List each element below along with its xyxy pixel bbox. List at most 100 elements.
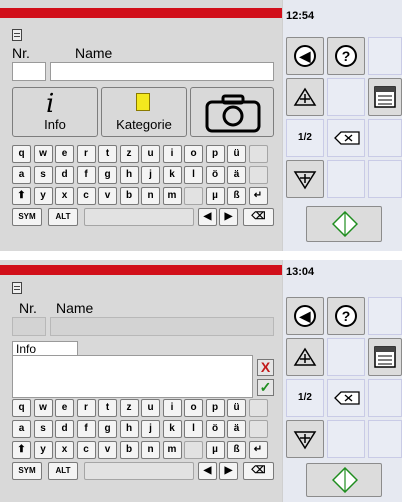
info-tab[interactable]: Info: [12, 341, 78, 356]
key-row3-6[interactable]: n: [141, 441, 160, 459]
left-arrow-key[interactable]: ◀: [198, 462, 217, 480]
key-row2-4[interactable]: g: [98, 166, 117, 184]
add-button[interactable]: [286, 338, 324, 376]
key-row2-9[interactable]: ö: [205, 166, 225, 184]
kategorie-button[interactable]: Kategorie: [101, 87, 187, 137]
alt-key[interactable]: ALT: [48, 208, 78, 226]
key-row1-0[interactable]: q: [12, 399, 31, 417]
key-row1-9[interactable]: p: [205, 399, 225, 417]
key-row1-10[interactable]: ü: [227, 145, 246, 163]
back-button[interactable]: ◀: [286, 37, 324, 75]
key-empty[interactable]: [184, 441, 203, 459]
remove-button[interactable]: [286, 420, 324, 458]
left-arrow-key[interactable]: ◀: [198, 208, 217, 226]
right-arrow-key[interactable]: ▶: [219, 208, 238, 226]
back-button[interactable]: ◀: [286, 297, 324, 335]
key-row1-4[interactable]: t: [98, 399, 117, 417]
key-row1-7[interactable]: i: [162, 145, 182, 163]
key-row2-8[interactable]: l: [184, 166, 203, 184]
page-indicator[interactable]: 1/2: [286, 119, 324, 157]
key-row2-2[interactable]: d: [55, 166, 74, 184]
camera-button[interactable]: [190, 87, 274, 137]
key-row2-0[interactable]: a: [12, 420, 31, 438]
key-row1-6[interactable]: u: [141, 399, 160, 417]
key-row1-7[interactable]: i: [162, 399, 182, 417]
space-key[interactable]: [84, 462, 194, 480]
key-row1-3[interactable]: r: [76, 145, 96, 163]
key-row2-2[interactable]: d: [55, 420, 74, 438]
space-key[interactable]: [84, 208, 194, 226]
key-row1-10[interactable]: ü: [227, 399, 246, 417]
key-row3-2[interactable]: x: [55, 441, 74, 459]
enter-key[interactable]: ↵: [248, 441, 268, 459]
key-row2-5[interactable]: h: [119, 420, 139, 438]
key-row2-3[interactable]: f: [76, 166, 96, 184]
key-row1-2[interactable]: e: [55, 399, 74, 417]
key-row3-7[interactable]: m: [162, 187, 182, 205]
key-row2-3[interactable]: f: [76, 420, 96, 438]
key-row3-4[interactable]: v: [98, 441, 117, 459]
key-empty[interactable]: [248, 166, 268, 184]
nr-input[interactable]: [12, 62, 46, 81]
key-row3-5[interactable]: b: [119, 441, 139, 459]
key-row2-4[interactable]: g: [98, 420, 117, 438]
key-row1-8[interactable]: o: [184, 399, 203, 417]
shift-key[interactable]: ⬆: [12, 441, 31, 459]
key-row3-4[interactable]: v: [98, 187, 117, 205]
key-empty[interactable]: [248, 399, 268, 417]
key-row1-5[interactable]: z: [119, 145, 139, 163]
confirm-button[interactable]: [306, 206, 382, 242]
key-row2-10[interactable]: ä: [227, 166, 246, 184]
info-textarea[interactable]: [12, 355, 253, 398]
key-empty[interactable]: [248, 145, 268, 163]
key-row1-2[interactable]: e: [55, 145, 74, 163]
help-button[interactable]: ?: [327, 37, 365, 75]
key-row3-9[interactable]: µ: [205, 187, 225, 205]
key-row2-7[interactable]: k: [162, 420, 182, 438]
remove-button[interactable]: [286, 160, 324, 198]
key-row3-9[interactable]: µ: [205, 441, 225, 459]
key-row2-10[interactable]: ä: [227, 420, 246, 438]
key-row2-8[interactable]: l: [184, 420, 203, 438]
confirm-button[interactable]: [306, 463, 382, 497]
key-row2-6[interactable]: j: [141, 420, 160, 438]
key-row3-1[interactable]: y: [33, 441, 53, 459]
name-input[interactable]: [50, 62, 274, 81]
key-row1-4[interactable]: t: [98, 145, 117, 163]
key-row3-5[interactable]: b: [119, 187, 139, 205]
key-row1-3[interactable]: r: [76, 399, 96, 417]
delete-button[interactable]: [327, 119, 365, 157]
list-button[interactable]: [368, 338, 402, 376]
key-row3-7[interactable]: m: [162, 441, 182, 459]
sym-key[interactable]: SYM: [12, 462, 42, 480]
key-row1-9[interactable]: p: [205, 145, 225, 163]
backspace-key[interactable]: ⌫: [243, 208, 274, 226]
right-arrow-key[interactable]: ▶: [219, 462, 238, 480]
list-button[interactable]: [368, 78, 402, 116]
key-row2-5[interactable]: h: [119, 166, 139, 184]
key-row3-10[interactable]: ß: [227, 441, 246, 459]
key-empty[interactable]: [248, 420, 268, 438]
key-row2-9[interactable]: ö: [205, 420, 225, 438]
key-row2-1[interactable]: s: [33, 166, 53, 184]
cancel-button[interactable]: X: [257, 359, 274, 376]
key-row2-7[interactable]: k: [162, 166, 182, 184]
help-button[interactable]: ?: [327, 297, 365, 335]
shift-key[interactable]: ⬆: [12, 187, 31, 205]
key-row3-1[interactable]: y: [33, 187, 53, 205]
sym-key[interactable]: SYM: [12, 208, 42, 226]
key-row3-2[interactable]: x: [55, 187, 74, 205]
add-button[interactable]: [286, 78, 324, 116]
alt-key[interactable]: ALT: [48, 462, 78, 480]
key-empty[interactable]: [184, 187, 203, 205]
page-indicator[interactable]: 1/2: [286, 379, 324, 417]
key-row1-0[interactable]: q: [12, 145, 31, 163]
key-row2-0[interactable]: a: [12, 166, 31, 184]
key-row1-6[interactable]: u: [141, 145, 160, 163]
key-row1-5[interactable]: z: [119, 399, 139, 417]
key-row2-1[interactable]: s: [33, 420, 53, 438]
info-button[interactable]: i Info: [12, 87, 98, 137]
key-row2-6[interactable]: j: [141, 166, 160, 184]
backspace-key[interactable]: ⌫: [243, 462, 274, 480]
confirm-text-button[interactable]: ✓: [257, 379, 274, 396]
